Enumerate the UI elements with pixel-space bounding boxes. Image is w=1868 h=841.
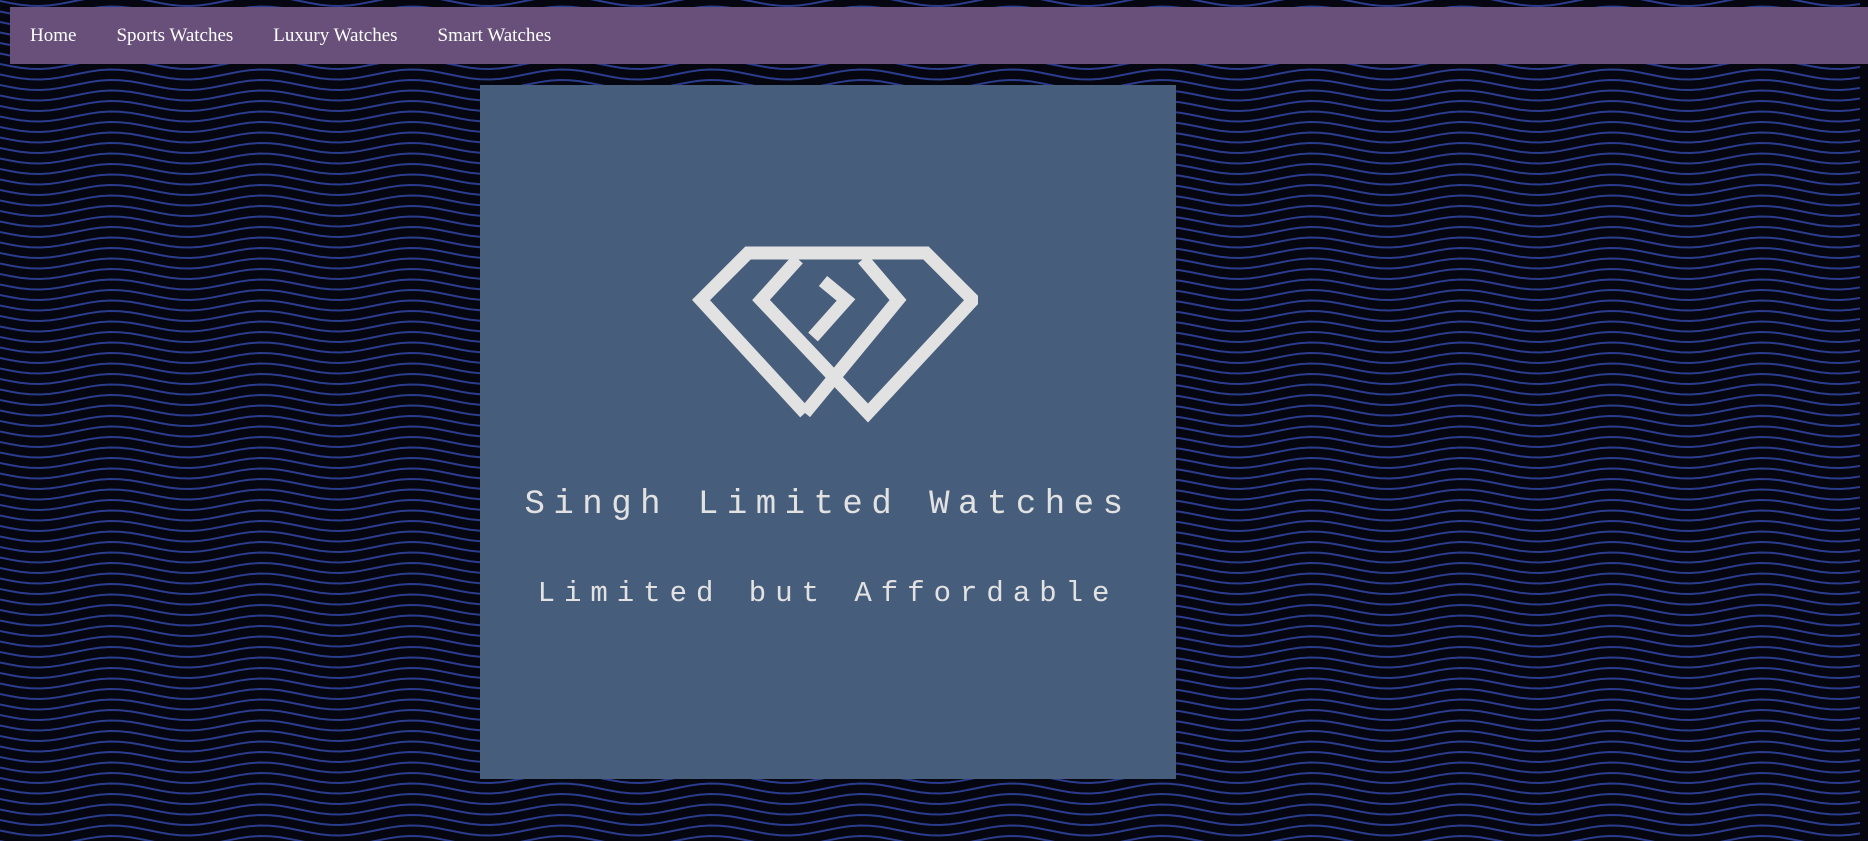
nav-link-sports-watches[interactable]: Sports Watches: [116, 26, 233, 45]
wave-line: [0, 68, 1861, 81]
wave-line: [0, 0, 1861, 7]
diamond-logo-icon: [691, 246, 978, 423]
nav-link-luxury-watches[interactable]: Luxury Watches: [273, 26, 397, 45]
wave-line: [0, 782, 1861, 795]
hero-logo-card: Singh Limited Watches Limited but Afford…: [480, 85, 1176, 779]
brand-name: Singh Limited Watches: [524, 486, 1132, 524]
wave-line: [0, 824, 1861, 837]
top-navbar: Home Sports Watches Luxury Watches Smart…: [10, 7, 1868, 64]
wave-line: [0, 803, 1861, 816]
brand-tagline: Limited but Affordable: [537, 577, 1119, 610]
wave-line: [0, 793, 1861, 805]
nav-link-smart-watches[interactable]: Smart Watches: [438, 26, 552, 45]
wave-line: [0, 814, 1861, 826]
wave-line: [0, 835, 1806, 841]
nav-link-home[interactable]: Home: [30, 26, 76, 45]
